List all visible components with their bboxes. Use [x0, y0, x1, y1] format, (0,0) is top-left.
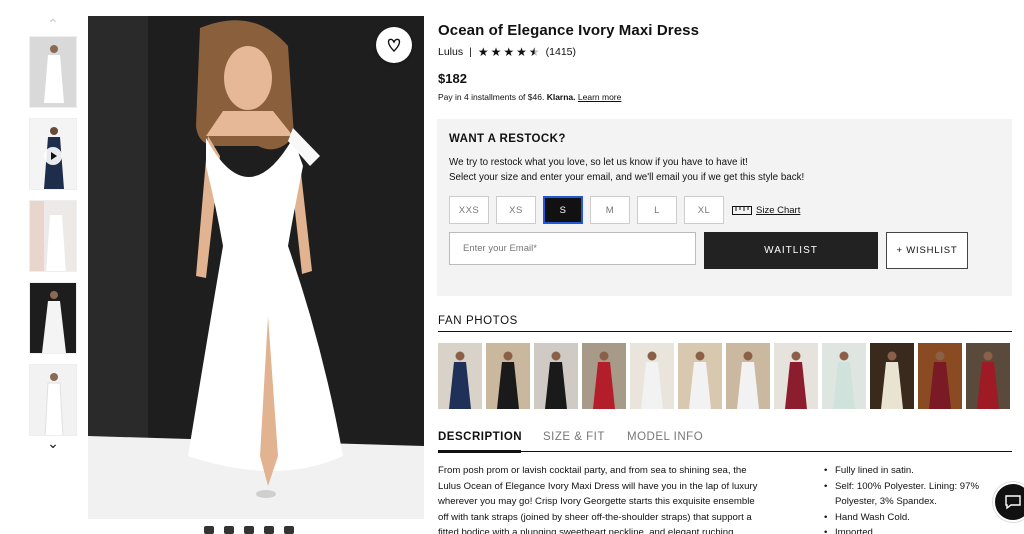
facebook-share-icon[interactable]	[224, 526, 234, 534]
restock-title: WANT A RESTOCK?	[449, 133, 566, 145]
email-field[interactable]: Enter your Email*	[449, 232, 696, 265]
thumbnail-3[interactable]	[29, 200, 77, 272]
wishlist-button[interactable]: + WISHLIST	[886, 232, 968, 269]
detail-item: Hand Wash Cold.	[824, 510, 1014, 526]
price: $182	[438, 71, 467, 86]
share-icons	[204, 526, 314, 534]
size-option-l[interactable]: L	[637, 196, 677, 224]
fan-photos-row	[438, 343, 1024, 409]
klarna-info: Pay in 4 installments of $46. Klarna. Le…	[438, 92, 621, 102]
email-share-icon[interactable]	[204, 526, 214, 534]
fan-photo[interactable]	[678, 343, 722, 409]
size-selector: XXS XS S M L XL Size Chart	[449, 196, 800, 224]
klarna-text: Pay in 4 installments of $46.	[438, 92, 545, 102]
star-rating[interactable]: ★ ★ ★ ★ ★	[478, 46, 540, 58]
tab-size-fit[interactable]: SIZE & FIT	[543, 431, 605, 443]
tab-description[interactable]: DESCRIPTION	[438, 431, 522, 443]
fan-photo[interactable]	[534, 343, 578, 409]
product-details-list: Fully lined in satin. Self: 100% Polyest…	[824, 463, 1014, 534]
size-chart-label: Size Chart	[756, 204, 801, 216]
size-option-xxs[interactable]: XXS	[449, 196, 489, 224]
main-product-image[interactable]	[88, 16, 424, 519]
restock-panel: WANT A RESTOCK? We try to restock what y…	[437, 119, 1012, 296]
pinterest-share-icon[interactable]	[244, 526, 254, 534]
thumbnail-1[interactable]	[29, 36, 77, 108]
detail-item: Imported.	[824, 525, 1014, 534]
size-option-m[interactable]: M	[590, 196, 630, 224]
fan-photos-title: FAN PHOTOS	[438, 315, 518, 327]
detail-item: Fully lined in satin.	[824, 463, 1014, 479]
tab-model-info[interactable]: MODEL INFO	[627, 431, 703, 443]
fan-photo[interactable]	[774, 343, 818, 409]
size-option-s[interactable]: S	[543, 196, 583, 224]
chevron-up-icon[interactable]: ⌃	[46, 17, 60, 31]
star-icon: ★	[490, 44, 502, 59]
detail-text: Polyester, 3% Spandex.	[835, 496, 937, 507]
product-title: Ocean of Elegance Ivory Maxi Dress	[438, 22, 700, 39]
chevron-down-icon[interactable]: ⌄	[46, 436, 60, 450]
chat-icon	[1005, 495, 1021, 510]
twitter-share-icon[interactable]	[264, 526, 274, 534]
size-option-xs[interactable]: XS	[496, 196, 536, 224]
brand-rating-row: Lulus | ★ ★ ★ ★ ★ (1415)	[438, 45, 576, 58]
separator: |	[469, 45, 472, 58]
info-tabs: DESCRIPTION SIZE & FIT MODEL INFO	[438, 431, 1012, 453]
waitlist-button[interactable]: WAITLIST	[704, 232, 878, 269]
klarna-logo: Klarna.	[546, 92, 576, 102]
fan-photo[interactable]	[966, 343, 1010, 409]
size-chart-link[interactable]: Size Chart	[732, 205, 800, 216]
tumblr-share-icon[interactable]	[284, 526, 294, 534]
product-description: From posh prom or lavish cocktail party,…	[438, 463, 808, 534]
restock-line-1: We try to restock what you love, so let …	[449, 157, 748, 168]
fan-photo[interactable]	[582, 343, 626, 409]
fan-photo[interactable]	[630, 343, 674, 409]
fan-photo[interactable]	[822, 343, 866, 409]
description-line: off with tank straps (joined by sheer of…	[438, 511, 752, 523]
brand-link[interactable]: Lulus	[438, 46, 463, 58]
star-icon: ★	[477, 44, 489, 59]
restock-description: We try to restock what you love, so let …	[449, 155, 804, 185]
half-star-icon: ★	[528, 44, 540, 59]
fan-photo[interactable]	[870, 343, 914, 409]
play-icon[interactable]	[44, 147, 62, 165]
size-option-xl[interactable]: XL	[684, 196, 724, 224]
active-tab-indicator	[438, 450, 521, 453]
detail-text: Self: 100% Polyester. Lining: 97%	[835, 480, 979, 492]
star-icon: ★	[516, 44, 527, 59]
favorite-button[interactable]	[376, 27, 412, 63]
fan-photos-divider	[438, 331, 1012, 332]
description-line: fitted bodice with a plunging sweetheart…	[438, 527, 737, 534]
fan-photo[interactable]	[486, 343, 530, 409]
star-icon: ★	[503, 44, 515, 59]
detail-item: Self: 100% Polyester. Lining: 97% Polyest…	[824, 479, 1014, 510]
restock-line-2: Select your size and enter your email, a…	[449, 172, 805, 183]
fan-photo[interactable]	[726, 343, 770, 409]
description-line: wherever you may go! Crisp Ivory Georget…	[438, 496, 755, 507]
heart-icon	[387, 38, 401, 52]
ruler-icon	[732, 205, 752, 215]
thumbnail-4[interactable]	[29, 282, 77, 354]
thumbnail-5[interactable]	[29, 364, 77, 436]
fan-photo[interactable]	[438, 343, 482, 409]
description-line: Lulus Ocean of Elegance Ivory Maxi Dress…	[438, 480, 758, 492]
thumbnail-video[interactable]	[29, 118, 77, 190]
tabs-divider	[438, 451, 1012, 452]
klarna-learn-more-link[interactable]: Learn more	[578, 92, 621, 102]
description-line: From posh prom or lavish cocktail party,…	[438, 465, 747, 476]
review-count[interactable]: (1415)	[546, 46, 576, 58]
fan-photo[interactable]	[918, 343, 962, 409]
